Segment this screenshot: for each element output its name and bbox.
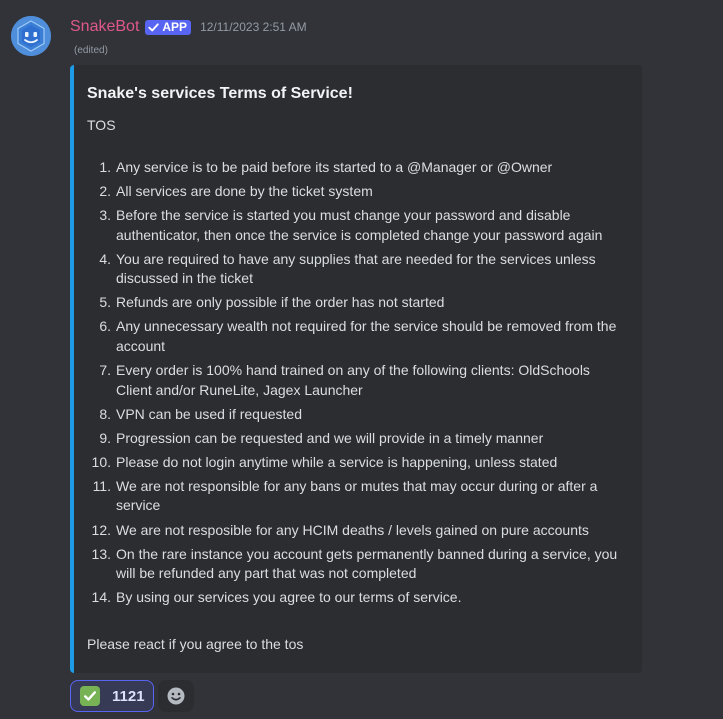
tos-list-item: 8. VPN can be used if requested	[87, 405, 627, 425]
tos-item-text: Any unnecessary wealth not required for …	[116, 318, 617, 354]
chat-message: SnakeBot APP 12/11/2023 2:51 AM (edited)…	[0, 0, 723, 719]
tos-list-item: 14. By using our services you agree to ou…	[87, 588, 627, 608]
tos-item-text: Progression can be requested and we will…	[116, 429, 544, 446]
tos-item-text: VPN can be used if requested	[116, 405, 303, 422]
embed-title: Snake's services Terms of Service!	[87, 85, 353, 102]
embed-footer: Please react if you agree to the tos	[87, 636, 304, 652]
tos-item-text: All services are done by the ticket syst…	[116, 183, 373, 200]
tos-item-text: You are required to have any supplies th…	[116, 250, 596, 287]
tos-item-text: By using our services you agree to our t…	[116, 589, 462, 606]
tos-item-number: 3.	[99, 207, 111, 224]
avatar[interactable]	[11, 16, 51, 56]
tos-list-item: 5. Refunds are only possible if the order…	[87, 293, 627, 313]
tos-item-number: 9.	[99, 429, 111, 446]
check-mark-button-icon	[80, 686, 100, 706]
tos-item-number: 10.	[91, 453, 111, 470]
message-header: SnakeBot APP 12/11/2023 2:51 AM	[70, 16, 307, 38]
embed-subtitle: TOS	[87, 117, 116, 133]
tos-item-number: 14.	[91, 589, 111, 606]
username[interactable]: SnakeBot	[70, 18, 139, 36]
tos-list-item: 4. You are required to have any supplies …	[87, 250, 627, 289]
app-tag: APP	[145, 19, 192, 35]
tos-list-item: 6. Any unnecessary wealth not required fo…	[87, 317, 627, 356]
tos-item-number: 4.	[99, 250, 111, 267]
verified-check-icon	[148, 22, 160, 31]
reaction-check-mark[interactable]: 1121	[70, 680, 154, 712]
tos-item-number: 7.	[99, 362, 111, 379]
tos-list-item: 3. Before the service is started you must…	[87, 206, 627, 245]
tos-item-number: 5.	[99, 294, 111, 311]
add-reaction-smiley-icon	[167, 687, 185, 705]
tos-item-text: Refunds are only possible if the order h…	[116, 294, 445, 311]
tos-item-number: 6.	[99, 318, 111, 335]
robot-face-icon	[11, 16, 51, 56]
tos-item-number: 1.	[99, 159, 111, 175]
tos-item-text: Any service is to be paid before its sta…	[116, 159, 553, 175]
tos-list-item: 9. Progression can be requested and we wi…	[87, 429, 627, 449]
embed: Snake's services Terms of Service! TOS 1…	[70, 65, 642, 673]
tos-item-number: 11.	[92, 477, 111, 494]
tos-list-item: 12. We are not resposible for any HCIM de…	[87, 521, 627, 541]
timestamp[interactable]: 12/11/2023 2:51 AM	[200, 20, 307, 34]
tos-item-number: 12.	[91, 521, 111, 538]
tos-list-item: 7. Every order is 100% hand trained on an…	[87, 361, 627, 400]
tos-item-text: Every order is 100% hand trained on any …	[116, 362, 590, 398]
tos-list: 1. Any service is to be paid before its s…	[87, 158, 627, 612]
tos-list-item: 11. We are not responsible for any bans o…	[87, 477, 627, 516]
tos-item-number: 13.	[91, 545, 111, 562]
edited-indicator: (edited)	[74, 45, 108, 56]
tos-list-item: 13. On the rare instance you account gets…	[87, 545, 627, 584]
tos-list-item: 10. Please do not login anytime while a s…	[87, 453, 627, 473]
reaction-count: 1121	[112, 687, 145, 705]
app-tag-label: APP	[162, 19, 188, 34]
tos-item-number: 2.	[99, 183, 111, 200]
tos-item-number: 8.	[99, 405, 111, 422]
add-reaction-button[interactable]	[158, 680, 194, 712]
tos-item-text: Please do not login anytime while a serv…	[116, 453, 558, 470]
tos-list-item: 2. All services are done by the ticket sy…	[87, 182, 627, 202]
tos-list-item: 1. Any service is to be paid before its s…	[87, 158, 627, 178]
tos-item-text: Before the service is started you must c…	[116, 207, 603, 243]
tos-item-text: On the rare instance you account gets pe…	[116, 545, 618, 582]
tos-item-text: We are not responsible for any bans or m…	[116, 477, 598, 514]
tos-item-text: We are not resposible for any HCIM death…	[116, 521, 589, 538]
